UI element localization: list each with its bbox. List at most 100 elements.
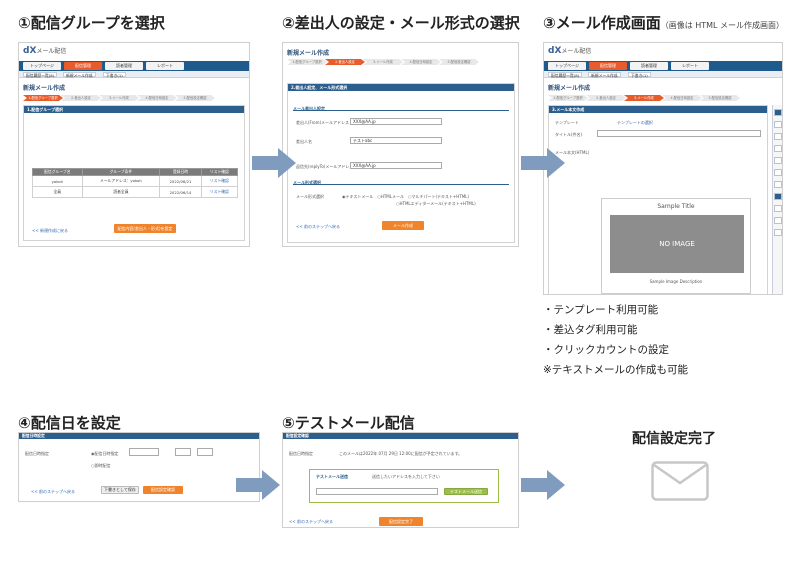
back-link[interactable]: << 前のステップへ戻る xyxy=(289,519,333,525)
cell-date: 2022/06/14 xyxy=(159,186,202,198)
html-editor-preview[interactable]: Sample Title NO IMAGE Sample Image Descr… xyxy=(601,198,751,294)
back-link[interactable]: << 前のステップへ戻る xyxy=(296,224,340,230)
tool-text-icon[interactable] xyxy=(774,121,782,128)
panel-header: 1.配信グループ選択 xyxy=(24,106,244,113)
tool-video-icon[interactable] xyxy=(774,205,782,212)
nav-top[interactable]: トップページ xyxy=(23,62,61,70)
cell-list-link[interactable]: リスト確認 xyxy=(200,175,239,187)
nav-report[interactable]: レポート xyxy=(671,62,709,70)
cell-date: 2022/06/21 xyxy=(159,175,202,187)
section-format: メール形式選択 xyxy=(293,180,509,185)
done-title: 配信設定完了 xyxy=(632,431,716,447)
from-address-input[interactable]: XXX@AA.jp xyxy=(350,118,442,125)
brand-mark: dX xyxy=(23,46,37,56)
sub-history[interactable]: 配信履歴一覧(8) xyxy=(548,72,583,78)
step3-title-note: （画像は HTML メール作成画面） xyxy=(660,21,785,30)
radio-immediate[interactable]: ○即時配信 xyxy=(91,463,111,469)
progress-step-1: 1.配信グループ選択 xyxy=(548,95,588,101)
tool-trash-icon[interactable] xyxy=(774,229,782,236)
table-row[interactable]: 全員 読者全員 2022/06/14 リスト確認 xyxy=(32,186,239,198)
step4-title: ④配信日を設定 xyxy=(18,414,121,432)
label-from: 差出人(From)メールアドレス xyxy=(296,120,350,125)
label-subject: タイトル(件名) xyxy=(555,132,583,137)
col-list: リスト確認 xyxy=(200,168,239,176)
radio-scheduled[interactable]: ◉配信日時指定 xyxy=(91,451,119,457)
minute-select[interactable] xyxy=(197,448,213,456)
progress-steps: 1.配信グループ選択 2.差出人設定 3.メール作成 4.配信日時設定 5.配信… xyxy=(287,59,507,65)
nav-report[interactable]: レポート xyxy=(146,62,184,70)
nav-delivery[interactable]: 配信管理 xyxy=(589,62,627,70)
label-format: メール形式選択 xyxy=(296,194,324,199)
sub-new-mail[interactable]: 新規メール作成 xyxy=(588,72,621,78)
progress-step-3: 3.メール作成 xyxy=(363,59,403,65)
progress-step-5: 5.配信設定確認 xyxy=(175,95,215,101)
step1-title: ①配信グループを選択 xyxy=(18,14,165,32)
panel-header: 3.メール本文作成 xyxy=(549,106,767,113)
tool-column-icon[interactable] xyxy=(774,169,782,176)
tool-block-icon[interactable] xyxy=(774,109,782,116)
send-test-mail-button[interactable]: テストメール送信 xyxy=(444,488,488,495)
feature-list: ・テンプレート利用可能 ・差込タグ利用可能 ・クリックカウントの設定 ※テキスト… xyxy=(543,300,688,380)
panel-header: 配信日時設定 xyxy=(19,433,259,439)
step2-title: ②差出人の設定・メール形式の選択 xyxy=(282,14,520,32)
date-input[interactable] xyxy=(129,448,159,456)
cell-condition: 読者全員 xyxy=(81,186,161,198)
nav-readers[interactable]: 読者管理 xyxy=(630,62,668,70)
table-row[interactable]: yokoh メールアドレス：yokoh 2022/06/21 リスト確認 xyxy=(32,175,239,187)
arrow-right-icon xyxy=(252,148,296,178)
reply-to-input[interactable]: XXX@AA.jp xyxy=(350,162,442,169)
col-condition: グループ条件 xyxy=(81,168,161,176)
cell-group: 全員 xyxy=(32,186,83,198)
sender-panel: 2.差出人設定、メール形式選択 メール差出人設定 差出人(From)メールアドレ… xyxy=(287,83,515,243)
subject-input[interactable] xyxy=(597,130,761,137)
sub-history[interactable]: 配信履歴一覧(8) xyxy=(23,72,58,78)
compose-mail-button[interactable]: メール作成 xyxy=(382,221,424,230)
cell-list-link[interactable]: リスト確認 xyxy=(200,186,239,198)
format-radios[interactable]: ◉テキストメール ○HTMLメール ○マルチパート(テキスト+HTML) xyxy=(342,194,469,200)
sub-drafts[interactable]: 下書き(1) xyxy=(628,72,651,78)
finish-settings-button[interactable]: 配信設定完了 xyxy=(379,517,423,526)
panel-header: 2.差出人設定、メール形式選択 xyxy=(288,84,514,91)
nav-readers[interactable]: 読者管理 xyxy=(105,62,143,70)
back-link[interactable]: << 新規作成に戻る xyxy=(32,228,68,234)
progress-step-5: 5.配信設定確認 xyxy=(700,95,740,101)
tool-social-icon[interactable] xyxy=(774,181,782,188)
hour-select[interactable] xyxy=(175,448,191,456)
sub-new-mail[interactable]: 新規メール作成 xyxy=(63,72,96,78)
screenshot-step4: 配信日時設定 配信日時指定 ◉配信日時指定 ○即時配信 << 前のステップへ戻る… xyxy=(18,432,260,502)
tool-divider-icon[interactable] xyxy=(774,157,782,164)
progress-step-1: 1.配信グループ選択 xyxy=(287,59,327,65)
page-title: 新規メール作成 xyxy=(287,50,330,57)
progress-steps: 1.配信グループ選択 2.差出人設定 3.メール作成 4.配信日時設定 5.配信… xyxy=(23,95,243,101)
section-sender: メール差出人設定 xyxy=(293,106,509,111)
save-draft-button[interactable]: 下書きとして保存 xyxy=(101,486,139,494)
format-radio-editor[interactable]: ○HTMLエディターメール(テキスト+HTML) xyxy=(396,201,476,207)
panel-header: 配信設定確認 xyxy=(283,433,518,439)
label-template: テンプレート xyxy=(555,120,579,125)
tool-spacer-icon[interactable] xyxy=(774,217,782,224)
confirm-settings-button[interactable]: 配信設定確認 xyxy=(143,486,183,494)
brand-logo: dXメール配信 xyxy=(23,46,66,56)
tool-html-icon[interactable] xyxy=(774,193,782,200)
brand-mark: dX xyxy=(548,46,562,56)
test-address-input[interactable] xyxy=(316,488,438,495)
screenshot-step1: dXメール配信 トップページ 配信管理 読者管理 レポート 配信履歴一覧(8) … xyxy=(18,42,250,247)
sample-caption: Sample Image Description xyxy=(649,279,703,284)
label-sender-name: 差出人名 xyxy=(296,139,312,144)
main-nav: トップページ 配信管理 読者管理 レポート xyxy=(19,61,249,71)
tool-image-icon[interactable] xyxy=(774,133,782,140)
progress-step-2: 2.差出人設定 xyxy=(61,95,101,101)
tool-button-icon[interactable] xyxy=(774,145,782,152)
set-sender-button[interactable]: 配信内容(差出人・形式)を設定 xyxy=(114,224,176,233)
template-select-link[interactable]: テンプレートの選択 xyxy=(617,120,653,126)
sender-name-input[interactable]: テストabc xyxy=(350,137,442,144)
feature-item: ・クリックカウントの設定 xyxy=(543,344,669,356)
arrow-right-icon xyxy=(521,148,565,178)
no-image-placeholder: NO IMAGE xyxy=(610,215,744,273)
nav-delivery[interactable]: 配信管理 xyxy=(64,62,102,70)
nav-top[interactable]: トップページ xyxy=(548,62,586,70)
sub-drafts[interactable]: 下書き(1) xyxy=(103,72,126,78)
screenshot-step2: 新規メール作成 1.配信グループ選択 2.差出人設定 3.メール作成 4.配信日… xyxy=(282,42,519,247)
back-link[interactable]: << 前のステップへ戻る xyxy=(31,489,75,495)
no-image-text: NO IMAGE xyxy=(659,240,695,248)
